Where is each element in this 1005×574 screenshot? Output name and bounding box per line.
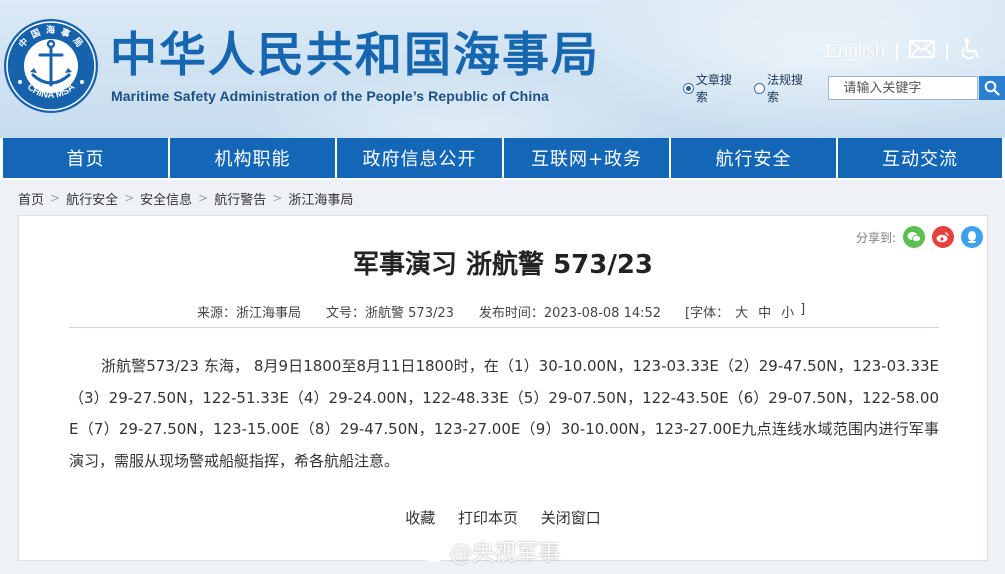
weibo-icon	[421, 541, 447, 562]
search-input[interactable]	[828, 76, 979, 100]
nav-item-internet-gov[interactable]: 互联网+政务	[504, 138, 669, 178]
chevron-right-icon: >	[272, 191, 283, 205]
search-option-articles[interactable]: 文章搜索	[683, 71, 743, 105]
chevron-right-icon: >	[50, 191, 61, 205]
article-actions: 收藏 打印本页 关闭窗口	[19, 507, 987, 528]
china-msa-logo[interactable]: 中 国 海 事 局 CHINA MSA	[2, 17, 100, 115]
divider	[69, 327, 939, 328]
search-option-label: 法规搜索	[767, 73, 804, 104]
radio-selected-icon[interactable]	[683, 82, 694, 94]
breadcrumb-safety-info[interactable]: 安全信息	[140, 189, 192, 208]
close-window-link[interactable]: 关闭窗口	[541, 509, 601, 527]
article-panel: 分享到: 军事演习 浙航警 573/23 来源：浙江海事局 文号：浙航警 573…	[18, 215, 988, 561]
site-title-cn[interactable]: 中华人民共和国海事局	[110, 26, 600, 86]
nav-item-home[interactable]: 首页	[3, 138, 168, 178]
font-size-medium[interactable]: 中	[758, 302, 771, 321]
nav-item-functions[interactable]: 机构职能	[170, 138, 335, 178]
chevron-right-icon: >	[198, 191, 209, 205]
radio-unselected-icon[interactable]	[754, 82, 766, 94]
english-link[interactable]: English	[826, 41, 885, 62]
font-size-label: [字体：	[685, 306, 730, 321]
search-option-label: 文章搜索	[695, 73, 732, 104]
breadcrumb-nav-warnings[interactable]: 航行警告	[214, 189, 266, 208]
watermark: @央视军事	[420, 535, 560, 567]
breadcrumb: 首页 > 航行安全 > 安全信息 > 航行警告 > 浙江海事局	[18, 188, 353, 208]
separator: |	[894, 40, 901, 62]
meta-source: 来源：浙江海事局	[197, 306, 302, 321]
site-header: 中 国 海 事 局 CHINA MSA 中华人民共和国海事局 Maritime …	[0, 0, 1005, 138]
watermark-text: @央视军事	[450, 541, 561, 566]
font-size-small[interactable]: 小	[781, 302, 794, 321]
chevron-right-icon: >	[124, 191, 135, 205]
nav-item-navigation-safety[interactable]: 航行安全	[671, 138, 836, 178]
breadcrumb-navigation-safety[interactable]: 航行安全	[66, 189, 118, 208]
font-size-large[interactable]: 大	[735, 302, 748, 321]
article-body: 浙航警573/23 东海， 8月9日1800至8月11日1800时，在（1）30…	[69, 357, 939, 470]
breadcrumb-zhejiang-msa[interactable]: 浙江海事局	[288, 189, 353, 208]
font-size-bracket: ]	[800, 302, 806, 317]
search-icon	[984, 80, 1000, 96]
article-meta: 来源：浙江海事局 文号：浙航警 573/23 发布时间：2023-08-08 1…	[197, 302, 805, 321]
article-title: 军事演习 浙航警 573/23	[352, 250, 654, 280]
favorite-link[interactable]: 收藏	[405, 509, 435, 527]
share-label: 分享到:	[855, 230, 896, 245]
meta-publish-date: 发布时间：2023-08-08 14:52	[478, 306, 662, 321]
meta-doc-number: 文号：浙航警 573/23	[326, 306, 454, 321]
search-bar: 文章搜索 法规搜索	[683, 73, 1005, 104]
nav-item-interaction[interactable]: 互动交流	[838, 138, 1002, 178]
accessibility-icon[interactable]	[959, 37, 981, 65]
search-option-regulations[interactable]: 法规搜索	[754, 71, 814, 105]
mail-icon[interactable]	[909, 40, 936, 62]
header-tools: English | |	[826, 38, 981, 64]
separator: |	[944, 40, 951, 62]
site-title-en: Maritime Safety Administration of the Pe…	[111, 88, 549, 104]
search-button[interactable]	[979, 76, 1005, 100]
main-nav: 首页 机构职能 政府信息公开 互联网+政务 航行安全 互动交流	[0, 138, 1005, 180]
print-link[interactable]: 打印本页	[458, 509, 518, 527]
nav-item-gov-info[interactable]: 政府信息公开	[337, 138, 502, 178]
breadcrumb-home[interactable]: 首页	[18, 189, 44, 208]
